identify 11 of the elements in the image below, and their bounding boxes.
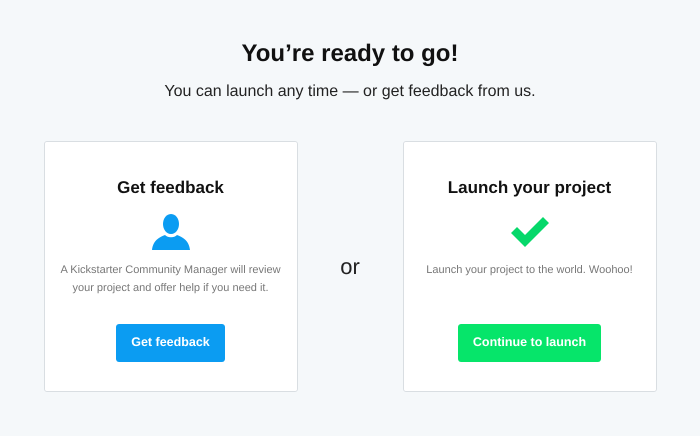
person-icon — [152, 214, 190, 250]
page-subheading: You can launch any time — or get feedback from us. — [164, 82, 536, 102]
or-separator: or — [339, 253, 361, 281]
card-title: Launch your project — [448, 177, 612, 199]
card-description: A Kickstarter Community Manager will review your project and offer help if you need it. — [59, 262, 282, 296]
page-heading: You’re ready to go! — [242, 39, 458, 69]
card-description: Launch your project to the world. Woohoo! — [425, 262, 634, 278]
card-button[interactable]: Get feedback — [116, 324, 225, 362]
card-title: Get feedback — [117, 177, 224, 199]
card-button[interactable]: Continue to launch — [458, 324, 602, 362]
checkmark-icon — [510, 216, 548, 246]
